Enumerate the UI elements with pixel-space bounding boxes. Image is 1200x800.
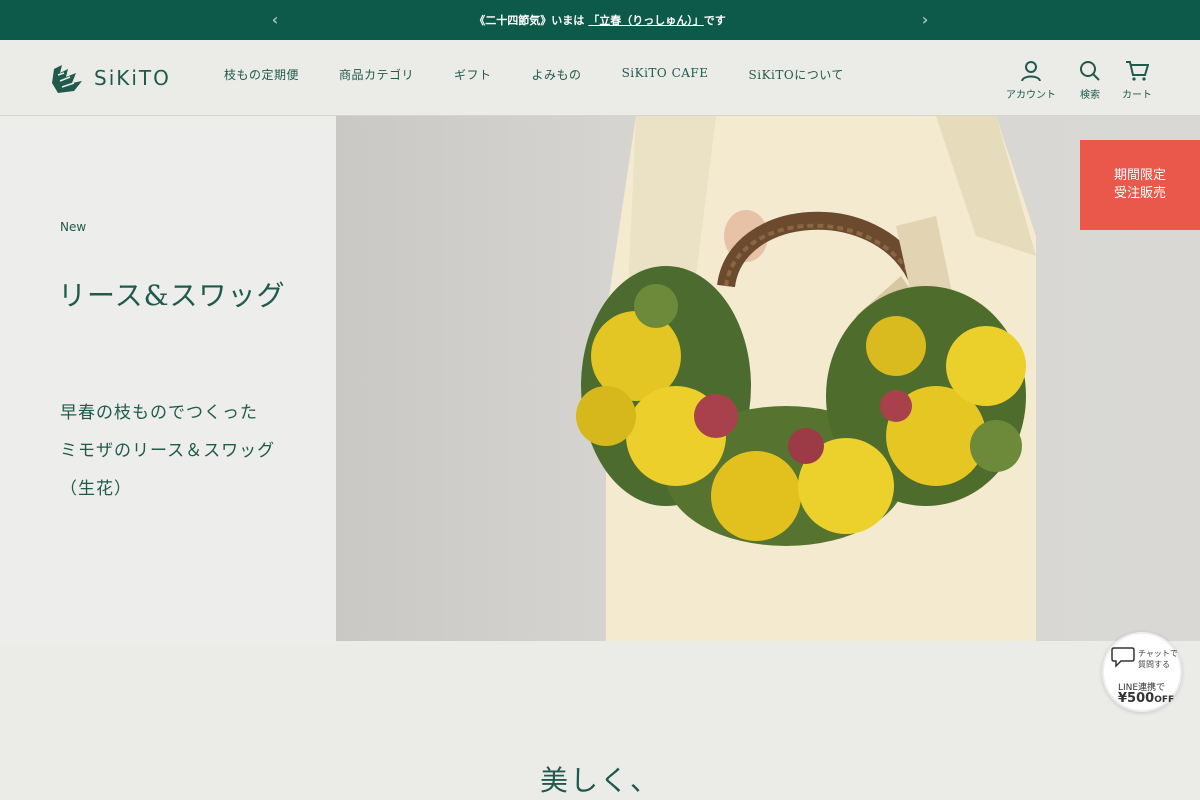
intro-heading: 美しく、 — [540, 764, 661, 797]
hero-subtitle-line: 早春の枝ものでつくった — [60, 403, 258, 423]
nav-item-categories[interactable]: 商品カテゴリ — [339, 66, 414, 83]
account-button[interactable]: アカウント — [1006, 60, 1056, 101]
chat-line-2: 質問する — [1138, 660, 1170, 669]
hero-title[interactable]: リース&スワッグ — [58, 274, 286, 314]
main-nav: 枝もの定期便 商品カテゴリ ギフト よみもの SiKiTO CAFE SiKiT… — [224, 66, 884, 83]
announcement-suffix: です — [703, 14, 726, 27]
limited-order-badge[interactable]: 期間限定 受注販売 — [1080, 140, 1200, 230]
nav-item-gift[interactable]: ギフト — [454, 66, 492, 83]
hero-text-panel: New リース&スワッグ 早春の枝ものでつくった ミモザのリース＆スワッグ （生… — [0, 116, 336, 641]
chat-line-badge[interactable]: チャットで 質問する LINE連携で ¥500OFF — [1102, 632, 1182, 712]
hero-subtitle: 早春の枝ものでつくった ミモザのリース＆スワッグ （生花） — [60, 394, 275, 508]
search-label: 検索 — [1080, 90, 1100, 101]
discount-off: OFF — [1154, 695, 1175, 705]
cart-icon — [1126, 61, 1149, 81]
cart-label: カート — [1122, 90, 1152, 101]
nav-item-cafe[interactable]: SiKiTO CAFE — [622, 66, 709, 83]
chevron-left-icon[interactable]: ‹ — [266, 11, 284, 29]
limited-badge-line: 期間限定 — [1113, 168, 1166, 183]
logo[interactable]: SiKiTO — [48, 60, 171, 96]
chevron-right-icon[interactable]: › — [916, 11, 934, 29]
search-button[interactable]: 検索 — [1079, 60, 1101, 101]
hero-tag: New — [60, 220, 87, 234]
nav-item-about[interactable]: SiKiTOについて — [749, 66, 844, 83]
nav-item-subscription[interactable]: 枝もの定期便 — [224, 66, 299, 83]
chat-line-1: チャットで — [1138, 649, 1178, 658]
account-label: アカウント — [1006, 90, 1056, 101]
wreath-photo — [576, 116, 1036, 641]
hero-subtitle-line: ミモザのリース＆スワッグ — [60, 441, 276, 461]
logo-text: SiKiTO — [94, 66, 171, 90]
discount-amount: ¥500 — [1118, 691, 1155, 706]
hero-image[interactable] — [336, 116, 1200, 641]
discount-text: ¥500OFF — [1118, 691, 1174, 706]
intro-section: 美しく、 — [0, 641, 1200, 800]
announcement-bar: ‹ 《二十四節気》いまは 「立春（りっしゅん）」 です › — [0, 0, 1200, 40]
cart-button[interactable]: カート — [1122, 60, 1152, 101]
search-icon — [1080, 61, 1100, 81]
hero-subtitle-line: （生花） — [60, 479, 132, 499]
announcement-prefix: 《二十四節気》いまは — [474, 14, 585, 27]
limited-badge-line: 受注販売 — [1113, 186, 1166, 201]
nav-item-reading[interactable]: よみもの — [532, 66, 582, 83]
site-header: SiKiTO 枝もの定期便 商品カテゴリ ギフト よみもの SiKiTO CAF… — [0, 40, 1200, 116]
chat-bubble-icon — [1111, 647, 1135, 668]
user-icon — [1021, 61, 1041, 82]
chat-text: チャットで 質問する — [1138, 648, 1178, 670]
announcement-link[interactable]: 「立春（りっしゅん）」 — [588, 12, 704, 28]
logo-mark-icon — [52, 65, 82, 93]
